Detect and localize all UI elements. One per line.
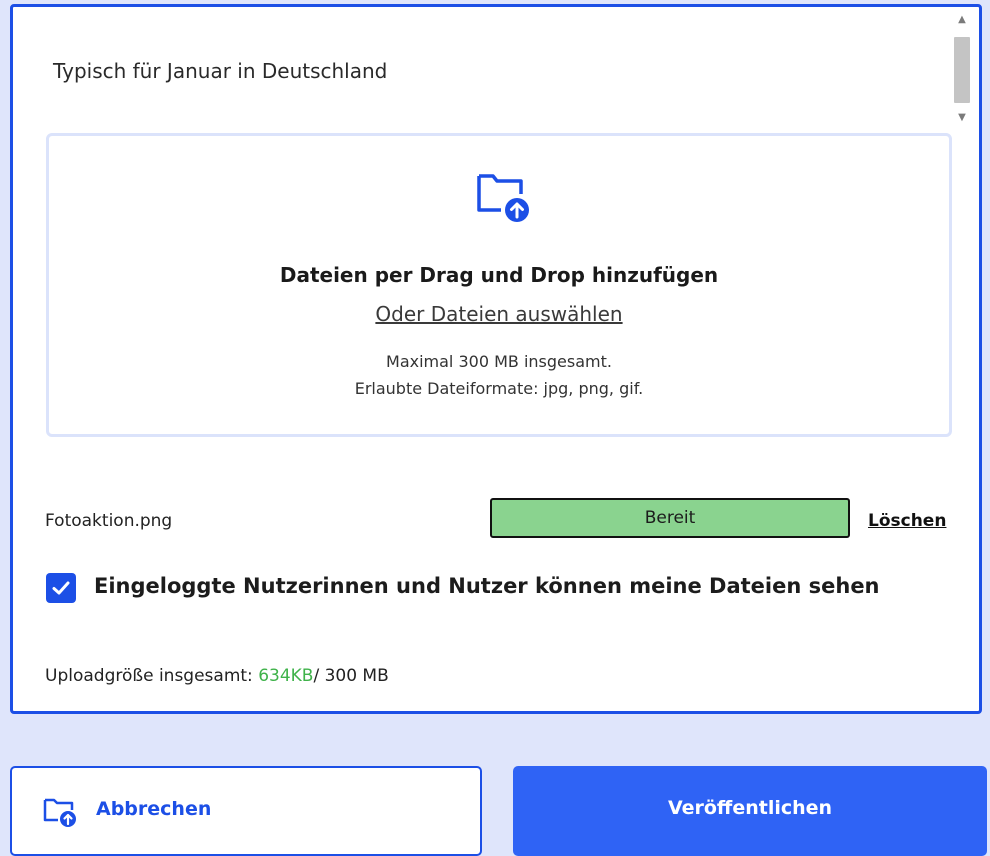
scroll-down-arrow-icon[interactable]: ▼ bbox=[951, 111, 973, 125]
visibility-checkbox-label[interactable]: Eingeloggte Nutzerinnen und Nutzer könne… bbox=[94, 574, 880, 598]
allowed-formats-note: Erlaubte Dateiformate: jpg, png, gif. bbox=[354, 379, 644, 398]
checkmark-icon bbox=[52, 581, 70, 595]
file-dropzone[interactable]: Dateien per Drag und Drop hinzufügen Ode… bbox=[46, 133, 952, 437]
folder-upload-icon bbox=[43, 798, 76, 827]
cancel-button-label: Abbrechen bbox=[96, 798, 212, 820]
scroll-up-arrow-icon[interactable]: ▲ bbox=[951, 13, 973, 27]
delete-file-link[interactable]: Löschen bbox=[868, 511, 946, 531]
visibility-checkbox[interactable] bbox=[46, 573, 76, 603]
folder-upload-icon bbox=[477, 174, 529, 222]
upload-panel: ▲ ▼ Typisch für Januar in Deutschland Da… bbox=[10, 4, 982, 714]
dropzone-title: Dateien per Drag und Drop hinzufügen bbox=[279, 263, 719, 287]
upload-size-limit: / 300 MB bbox=[313, 666, 389, 686]
uploaded-file-name: Fotoaktion.png bbox=[45, 511, 173, 531]
upload-size-used: 634KB bbox=[258, 666, 314, 686]
upload-size-label: Uploadgröße insgesamt: bbox=[45, 666, 259, 686]
select-files-link[interactable]: Oder Dateien auswählen bbox=[49, 302, 949, 326]
upload-status-bar: Bereit bbox=[490, 498, 850, 538]
scrollbar-thumb[interactable] bbox=[954, 37, 970, 103]
max-size-note: Maximal 300 MB insgesamt. bbox=[386, 352, 612, 371]
vertical-scrollbar[interactable]: ▲ ▼ bbox=[951, 13, 973, 128]
publish-button-label: Veröffentlichen bbox=[667, 797, 833, 819]
upload-subtitle: Typisch für Januar in Deutschland bbox=[53, 59, 388, 83]
upload-size-summary: Uploadgröße insgesamt: 634KB/ 300 MB bbox=[45, 666, 389, 686]
